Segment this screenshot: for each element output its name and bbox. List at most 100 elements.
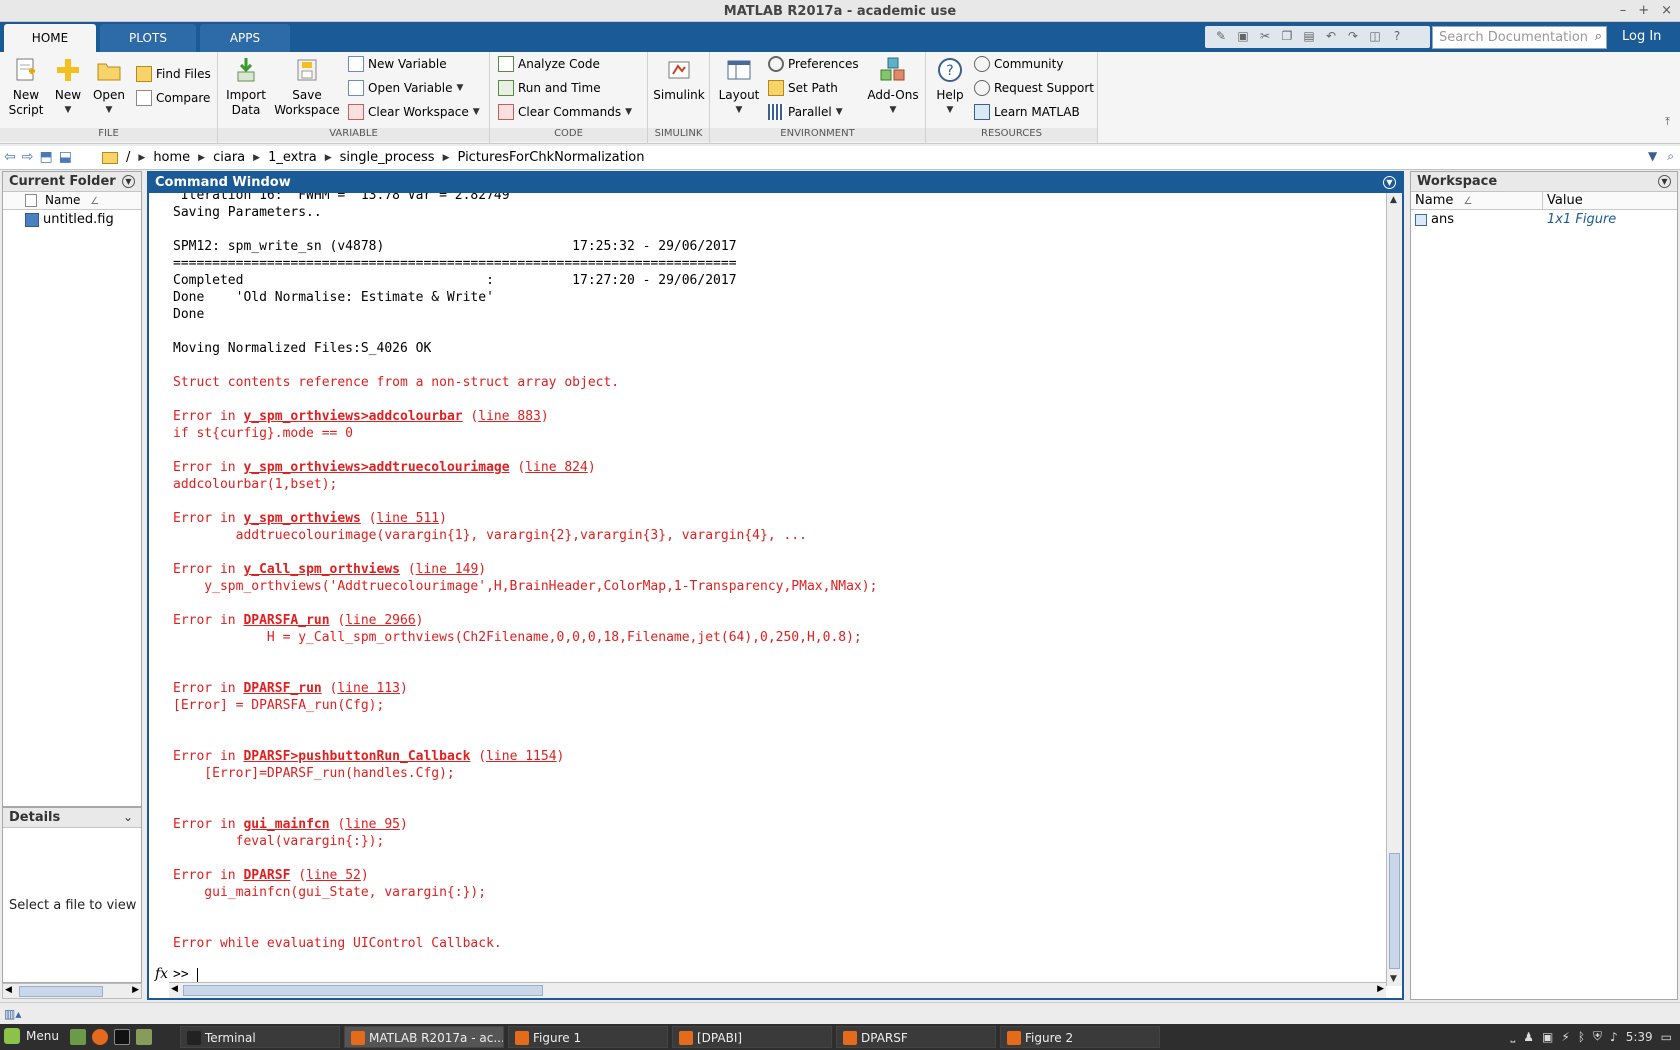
- user-icon[interactable]: ♟: [1523, 1030, 1534, 1044]
- taskbar-task[interactable]: DPARSF: [836, 1026, 996, 1048]
- save-icon[interactable]: ▣: [1233, 29, 1253, 45]
- cut-icon[interactable]: ✂: [1255, 29, 1275, 45]
- help-button[interactable]: ? Help ▼: [932, 56, 968, 118]
- tab-plots[interactable]: PLOTS: [100, 24, 196, 52]
- taskbar-task[interactable]: Figure 2: [1000, 1026, 1160, 1048]
- error-line-link[interactable]: line 2966: [345, 613, 415, 628]
- error-line-link[interactable]: line 883: [478, 409, 541, 424]
- switch-windows-icon[interactable]: ◫: [1365, 29, 1385, 45]
- error-function-link[interactable]: gui_mainfcn: [243, 817, 329, 832]
- error-line-link[interactable]: line 511: [377, 511, 440, 526]
- panel-menu-icon[interactable]: ▼: [122, 175, 135, 188]
- clipboard-icon[interactable]: ▣: [1542, 1030, 1553, 1044]
- breadcrumb-item[interactable]: ciara: [213, 150, 245, 165]
- taskbar-task[interactable]: MATLAB R2017a - ac...: [344, 1026, 504, 1048]
- browse-folder-icon[interactable]: ⬓: [59, 149, 72, 165]
- scroll-left-icon[interactable]: ◀: [171, 984, 178, 994]
- error-line-link[interactable]: line 824: [525, 460, 588, 475]
- workspace-row[interactable]: ans 1x1 Figure: [1411, 210, 1677, 228]
- error-line-link[interactable]: line 52: [306, 868, 361, 883]
- error-function-link[interactable]: DPARSF: [243, 868, 290, 883]
- tab-home[interactable]: HOME: [4, 24, 96, 52]
- status-grip-icon[interactable]: ▥▴: [4, 1007, 21, 1021]
- minimize-button[interactable]: –: [1620, 3, 1627, 18]
- clock[interactable]: 5:39: [1626, 1030, 1653, 1044]
- import-data-button[interactable]: Import Data: [224, 56, 268, 118]
- redo-icon[interactable]: ↷: [1343, 29, 1363, 45]
- error-function-link[interactable]: y_spm_orthviews>addcolourbar: [243, 409, 462, 424]
- taskbar-task[interactable]: Figure 1: [508, 1026, 668, 1048]
- terminal-icon[interactable]: [114, 1029, 130, 1045]
- up-folder-icon[interactable]: ⬒: [39, 149, 52, 165]
- desktop-icon[interactable]: [70, 1029, 86, 1045]
- layout-button[interactable]: Layout ▼: [716, 56, 762, 118]
- start-menu-button[interactable]: Menu: [4, 1028, 59, 1044]
- compare-button[interactable]: Compare: [136, 90, 210, 106]
- undo-icon[interactable]: ↶: [1321, 29, 1341, 45]
- collapse-ribbon-icon[interactable]: ⤒: [1665, 115, 1670, 129]
- forward-icon[interactable]: ⇨: [22, 149, 34, 165]
- scroll-down-icon[interactable]: ▼: [1390, 974, 1397, 984]
- error-line-link[interactable]: line 1154: [486, 749, 556, 764]
- open-button[interactable]: Open ▼: [92, 56, 126, 118]
- command-vertical-scrollbar[interactable]: ▲ ▼: [1386, 193, 1402, 986]
- error-line-link[interactable]: line 113: [337, 681, 400, 696]
- maximize-button[interactable]: +: [1638, 3, 1649, 18]
- volume-icon[interactable]: ♪: [1610, 1030, 1618, 1044]
- scroll-right-icon[interactable]: ▶: [132, 985, 139, 995]
- open-variable-button[interactable]: Open Variable ▼: [348, 80, 463, 96]
- copy-icon[interactable]: ❐: [1277, 29, 1297, 45]
- breadcrumb-item[interactable]: single_process: [340, 150, 435, 165]
- breadcrumb-item[interactable]: 1_extra: [268, 150, 317, 165]
- files-icon[interactable]: [136, 1029, 152, 1045]
- chevron-down-icon[interactable]: ▼: [1648, 149, 1657, 164]
- value-column-header[interactable]: Value: [1543, 192, 1587, 209]
- simulink-button[interactable]: Simulink: [652, 56, 706, 103]
- bluetooth-icon[interactable]: ᛒ: [1578, 1030, 1585, 1044]
- taskbar-task[interactable]: Terminal: [180, 1026, 340, 1048]
- add-ons-button[interactable]: Add-Ons ▼: [866, 56, 920, 118]
- current-folder-column-header[interactable]: Name ∠: [3, 192, 141, 210]
- parallel-button[interactable]: Parallel ▼: [768, 104, 843, 120]
- breadcrumb-root[interactable]: /: [126, 150, 130, 165]
- taskbar-task[interactable]: [DPABI]: [672, 1026, 832, 1048]
- command-horizontal-scrollbar[interactable]: ◀ ▶: [169, 982, 1386, 998]
- search-icon[interactable]: ⌕: [1667, 149, 1674, 164]
- function-browser-icon[interactable]: fx: [155, 966, 168, 982]
- new-script-button[interactable]: New Script: [8, 56, 44, 118]
- preferences-button[interactable]: Preferences: [768, 56, 859, 72]
- shortcut-icon[interactable]: ✎: [1211, 29, 1231, 45]
- folder-horizontal-scrollbar[interactable]: ◀ ▶: [2, 983, 142, 999]
- name-column-header[interactable]: Name ∠: [1411, 192, 1543, 209]
- list-item[interactable]: untitled.fig: [3, 210, 141, 229]
- firefox-icon[interactable]: [92, 1029, 108, 1045]
- error-function-link[interactable]: y_spm_orthviews>addtruecolourimage: [243, 460, 509, 475]
- scroll-up-icon[interactable]: ▲: [1390, 195, 1397, 205]
- set-path-button[interactable]: Set Path: [768, 80, 838, 96]
- back-icon[interactable]: ⇦: [4, 149, 16, 165]
- clear-workspace-button[interactable]: Clear Workspace ▼: [348, 104, 480, 120]
- error-function-link[interactable]: DPARSF_run: [243, 681, 321, 696]
- request-support-button[interactable]: Request Support: [974, 80, 1094, 96]
- network-icon[interactable]: ⚡: [1561, 1030, 1569, 1044]
- panel-menu-icon[interactable]: ▼: [1658, 175, 1671, 188]
- breadcrumb-item[interactable]: home: [153, 150, 190, 165]
- scrollbar-thumb[interactable]: [183, 985, 543, 996]
- details-header[interactable]: Details ⌄: [3, 808, 141, 828]
- command-output[interactable]: Iteration 16: FWHM = 13.78 Var = 2.82749…: [149, 193, 1388, 969]
- login-button[interactable]: Log In: [1622, 29, 1661, 44]
- notification-icon[interactable]: ▭: [1661, 1030, 1672, 1044]
- error-line-link[interactable]: line 149: [416, 562, 479, 577]
- new-button[interactable]: New ▼: [52, 56, 84, 118]
- show-desktop-icon[interactable]: ⎵: [1510, 1029, 1515, 1044]
- tab-apps[interactable]: APPS: [200, 24, 290, 52]
- error-function-link[interactable]: y_Call_spm_orthviews: [243, 562, 400, 577]
- community-button[interactable]: Community: [974, 56, 1063, 72]
- error-function-link[interactable]: DPARSFA_run: [243, 613, 329, 628]
- close-button[interactable]: ×: [1661, 3, 1672, 18]
- scrollbar-thumb[interactable]: [19, 986, 103, 997]
- new-variable-button[interactable]: New Variable: [348, 56, 447, 72]
- find-files-button[interactable]: Find Files: [136, 66, 211, 82]
- scrollbar-thumb[interactable]: [1389, 853, 1400, 969]
- breadcrumb-item[interactable]: PicturesForChkNormalization: [458, 150, 645, 165]
